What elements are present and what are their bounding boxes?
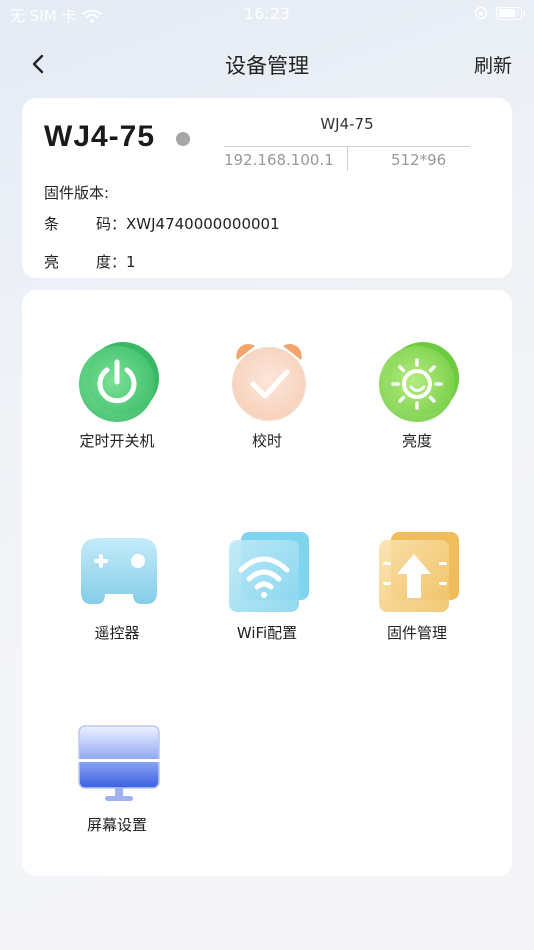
barcode-row: 条 码：XWJ4740000000001: [44, 213, 280, 234]
status-right: [474, 6, 525, 20]
menu-item-label: WiFi配置: [236, 624, 298, 642]
upload-icon: [379, 532, 459, 612]
menu-item-wifi[interactable]: WiFi配置: [192, 532, 342, 652]
menu-item-firmware[interactable]: 固件管理: [342, 532, 492, 652]
refresh-button[interactable]: 刷新: [474, 51, 512, 78]
battery-icon: [496, 6, 525, 20]
firmware-row: 固件版本:: [44, 182, 109, 203]
monitor-icon: [77, 725, 161, 801]
brightness-value: 1: [126, 253, 136, 271]
brightness-label-first: 亮: [44, 253, 60, 271]
status-bar: 无 SIM 卡 16:23: [0, 0, 534, 28]
nav-bar: 设备管理 刷新: [0, 40, 534, 86]
brightness-row: 亮 度：1: [44, 251, 136, 272]
function-menu-card: 定时开关机 校时 亮度 遥控器 WiFi配置 固件管理 屏幕设置: [22, 290, 512, 876]
sun-icon: [379, 342, 459, 422]
device-model: WJ4-75: [320, 115, 374, 133]
menu-item-label: 屏幕设置: [86, 816, 147, 834]
device-name: WJ4-75: [44, 120, 156, 153]
menu-item-label: 定时开关机: [79, 432, 155, 450]
page-title: 设备管理: [225, 54, 309, 78]
brightness-label-second: 度：: [96, 253, 127, 271]
clock: 16:23: [243, 4, 291, 23]
menu-item-time-sync[interactable]: 校时: [192, 340, 342, 460]
alarm-clock-icon: [232, 343, 306, 421]
status-dot: [176, 132, 190, 146]
barcode-label-second: 码：: [96, 215, 127, 233]
menu-item-label: 固件管理: [386, 624, 447, 642]
menu-item-screen[interactable]: 屏幕设置: [42, 724, 192, 844]
divider: [347, 147, 348, 171]
barcode-value: XWJ4740000000001: [126, 215, 280, 233]
menu-item-label: 亮度: [401, 432, 432, 450]
wifi-icon: [229, 532, 309, 612]
power-icon: [79, 342, 159, 422]
menu-item-remote[interactable]: 遥控器: [42, 532, 192, 652]
device-info-card: WJ4-75 WJ4-75 192.168.100.1 512*96 固件版本:…: [22, 98, 512, 278]
menu-item-timed-power[interactable]: 定时开关机: [42, 340, 192, 460]
device-ip: 192.168.100.1: [224, 151, 334, 169]
barcode-label-first: 条: [44, 215, 60, 233]
menu-item-label: 校时: [251, 432, 282, 450]
menu-item-label: 遥控器: [94, 624, 140, 642]
orientation-lock-icon: [474, 6, 488, 20]
firmware-label: 固件版本:: [44, 184, 110, 202]
gamepad-icon: [81, 538, 157, 604]
menu-item-brightness[interactable]: 亮度: [342, 340, 492, 460]
device-resolution: 512*96: [391, 151, 447, 169]
